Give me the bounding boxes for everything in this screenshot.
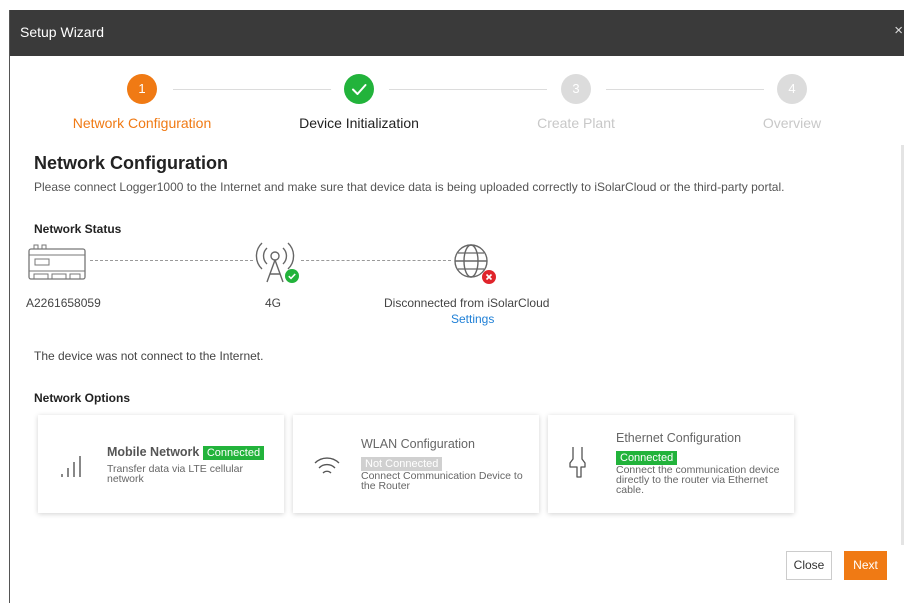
card-description: Transfer data via LTE cellular network <box>107 463 243 485</box>
mobile-network-card[interactable]: Mobile Network Connected Transfer data v… <box>38 415 284 513</box>
next-button[interactable]: Next <box>844 551 887 580</box>
cloud-status: Disconnected from iSolarCloud <box>384 296 550 310</box>
status-connector <box>301 260 451 261</box>
card-description: Connect Communication Device to the Rout… <box>361 470 523 492</box>
step-overview: 4 Overview <box>712 74 872 131</box>
step-number: 3 <box>561 74 591 104</box>
status-badge: Connected <box>202 446 265 460</box>
setup-wizard-dialog: Setup Wizard × 1 Network Configuration D… <box>9 10 904 603</box>
step-number: 4 <box>777 74 807 104</box>
connected-check-icon <box>285 269 299 288</box>
network-options-heading: Network Options <box>34 391 131 405</box>
close-icon[interactable]: × <box>894 22 903 39</box>
ethernet-plug-icon <box>568 445 588 484</box>
ethernet-configuration-card[interactable]: Ethernet Configuration Connected Connect… <box>548 415 794 513</box>
link-type: 4G <box>265 296 282 310</box>
status-badge: Connected <box>616 451 678 465</box>
device-serial: A2261658059 <box>26 296 101 310</box>
network-status-message: The device was not connect to the Intern… <box>34 349 264 363</box>
card-title-text: Mobile Network <box>107 445 200 459</box>
wlan-configuration-card[interactable]: WLAN Configuration Not Connected Connect… <box>293 415 539 513</box>
step-number: 1 <box>127 74 157 104</box>
status-badge: Not Connected <box>361 457 443 471</box>
dialog-header: Setup Wizard × <box>10 10 904 56</box>
step-label: Network Configuration <box>72 115 212 131</box>
status-connector <box>90 260 253 261</box>
card-title: WLAN Configuration <box>361 437 475 451</box>
step-network-configuration: 1 Network Configuration <box>62 74 222 131</box>
page-title: Network Configuration <box>34 153 228 173</box>
settings-link[interactable]: Settings <box>451 312 494 326</box>
card-title: Ethernet Configuration <box>616 431 742 445</box>
card-title: Mobile Network Connected <box>107 445 265 460</box>
logger-device-icon <box>26 242 90 289</box>
step-label: Overview <box>762 115 822 131</box>
wifi-icon <box>313 455 341 484</box>
step-device-initialization: Device Initialization <box>279 74 439 131</box>
disconnected-error-icon <box>482 270 496 289</box>
network-status-heading: Network Status <box>34 222 122 236</box>
card-description: Connect the communication device directl… <box>616 464 780 496</box>
signal-bars-icon <box>60 453 84 484</box>
close-button[interactable]: Close <box>786 551 832 580</box>
step-label: Create Plant <box>537 115 615 131</box>
step-label: Device Initialization <box>299 115 419 131</box>
dialog-title: Setup Wizard <box>20 24 105 40</box>
checkmark-icon <box>344 74 374 104</box>
step-create-plant: 3 Create Plant <box>496 74 656 131</box>
page-description: Please connect Logger1000 to the Interne… <box>34 180 785 194</box>
